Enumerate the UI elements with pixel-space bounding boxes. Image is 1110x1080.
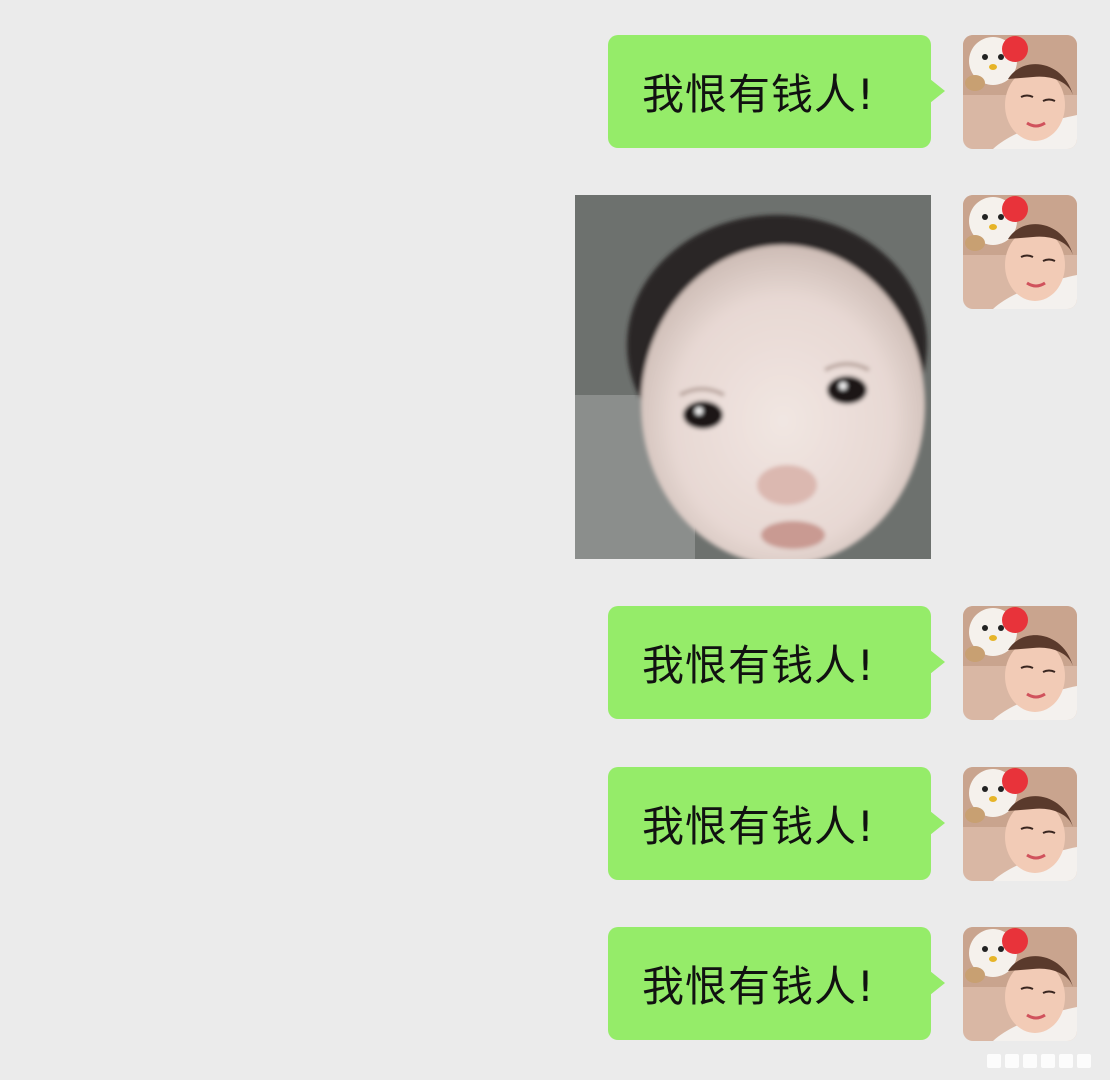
message-text-4: 我恨有钱人! bbox=[642, 802, 875, 851]
user-avatar-icon[interactable] bbox=[963, 195, 1077, 309]
message-text-3: 我恨有钱人! bbox=[642, 641, 875, 690]
chat-area[interactable]: 我恨有钱人! 我恨有钱人! 我恨有钱人! 我恨有钱人! bbox=[0, 0, 1110, 1080]
message-bubble-1[interactable]: 我恨有钱人! bbox=[608, 35, 945, 148]
watermark-logo-icon bbox=[985, 1050, 1100, 1072]
baby-face-sticker-icon bbox=[575, 195, 931, 559]
message-text-5: 我恨有钱人! bbox=[642, 962, 875, 1011]
image-message-baby-face[interactable] bbox=[575, 195, 931, 559]
message-bubble-5[interactable]: 我恨有钱人! bbox=[608, 927, 945, 1040]
user-avatar-icon[interactable] bbox=[963, 767, 1077, 881]
user-avatar-icon[interactable] bbox=[963, 35, 1077, 149]
message-text-1: 我恨有钱人! bbox=[642, 70, 875, 119]
message-bubble-3[interactable]: 我恨有钱人! bbox=[608, 606, 945, 719]
user-avatar-icon[interactable] bbox=[963, 927, 1077, 1041]
message-bubble-4[interactable]: 我恨有钱人! bbox=[608, 767, 945, 880]
user-avatar-icon[interactable] bbox=[963, 606, 1077, 720]
